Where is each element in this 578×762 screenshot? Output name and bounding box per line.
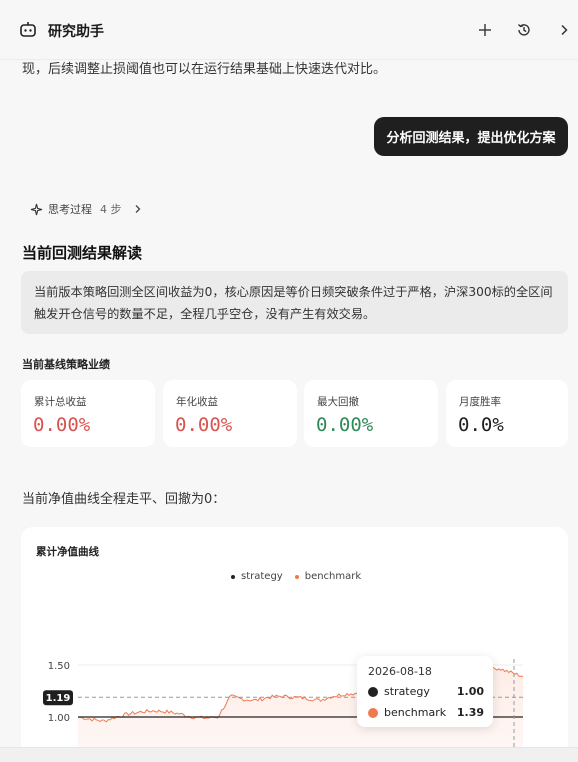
tooltip-series-value: 1.00 [456,685,484,698]
chart-tooltip: 2026-08-18 strategy 1.00 benchmark 1.39 [357,656,493,727]
nav-chart-card: 累计净值曲线 strategy benchmark 1.501.000.501.… [21,527,568,762]
robot-icon [20,22,36,37]
metric-value: 0.0% [458,414,504,436]
metrics-title: 当前基线策略业绩 [22,358,110,371]
thinking-steps: 4 步 [100,203,122,216]
metric-label: 月度胜率 [459,396,501,408]
history-button[interactable] [514,20,534,40]
history-icon [518,24,530,36]
metric-card-total-return: 累计总收益 0.00% [21,380,155,447]
app-title: 研究助手 [48,24,104,40]
y-tick-label: 1.00 [48,713,70,724]
tooltip-row-benchmark: benchmark 1.39 [368,706,484,719]
plus-icon [479,24,491,36]
metric-value: 0.00% [316,414,374,436]
metric-label: 最大回撤 [317,396,359,408]
chevron-right-icon [561,24,568,36]
summary-callout: 当前版本策略回测全区间收益为0，核心原因是等价日频突破条件过于严格，沪深300标… [21,271,568,334]
chat-content: 现，后续调整止损阈值也可以在运行结果基础上快速迭代对比。 分析回测结果，提出优化… [0,60,578,762]
series-dot [368,686,378,697]
metric-value: 0.00% [33,414,91,436]
y-tick-label: 1.50 [48,661,70,672]
user-message-bubble: 分析回测结果，提出优化方案 [374,117,568,156]
collapse-panel-button[interactable] [554,20,574,40]
previous-message-text: 现，后续调整止损阈值也可以在运行结果基础上快速迭代对比。 [22,62,387,77]
metric-label: 累计总收益 [34,396,87,408]
new-chat-button[interactable] [475,20,495,40]
tooltip-series-name: benchmark [384,706,447,719]
metric-card-annual-return: 年化收益 0.00% [163,380,297,447]
metric-card-max-drawdown: 最大回撤 0.00% [304,380,438,447]
metric-value: 0.00% [175,414,233,436]
chevron-right-icon [135,205,140,213]
thinking-label: 思考过程 [48,203,92,216]
crosshair-value-label: 1.19 [46,693,71,704]
thinking-process-toggle[interactable]: 思考过程 4 步 [30,200,143,218]
tooltip-row-strategy: strategy 1.00 [368,685,484,698]
section-title: 当前回测结果解读 [22,244,143,262]
bottom-edge [0,747,578,762]
tooltip-series-value: 1.39 [456,706,484,719]
tooltip-date: 2026-08-18 [368,665,432,678]
series-dot [368,707,378,718]
app-header: 研究助手 [0,0,578,60]
curve-note-text: 当前净值曲线全程走平、回撤为0： [22,492,226,507]
sparkle-icon [30,203,43,215]
tooltip-series-name: strategy [384,685,430,698]
metric-label: 年化收益 [176,396,218,408]
metric-card-monthly-winrate: 月度胜率 0.0% [446,380,568,447]
